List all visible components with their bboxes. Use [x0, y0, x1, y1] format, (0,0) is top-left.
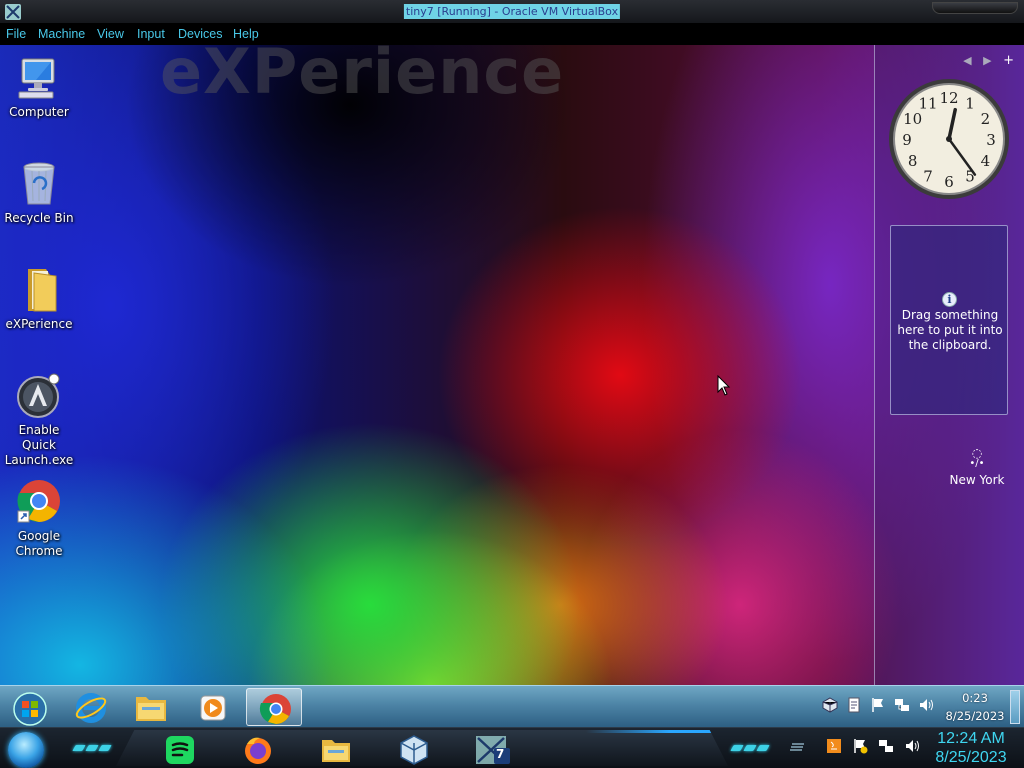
clock-numeral: 10 — [903, 110, 922, 128]
notes-icon[interactable] — [846, 697, 862, 713]
ie-icon — [75, 693, 107, 723]
clock-numeral: 5 — [965, 167, 975, 185]
volume-icon[interactable] — [918, 697, 934, 713]
sidebar-prev-button[interactable]: ◀ — [963, 54, 971, 67]
taskbar-media-player[interactable] — [184, 688, 240, 726]
desktop-icon-label: Google Chrome — [15, 529, 63, 558]
desktop-icon-label: eXPerience — [5, 317, 73, 331]
virtualbox-app-icon[interactable] — [4, 3, 22, 21]
chrome-icon — [16, 479, 62, 525]
volume-icon[interactable] — [904, 738, 920, 754]
flag-icon[interactable] — [870, 697, 886, 713]
clock-numeral: 9 — [902, 131, 912, 149]
clock-gadget[interactable]: 12 12 3 45678 9 1011 — [887, 77, 1011, 201]
guest-time: 0:23 — [962, 691, 988, 705]
wallpaper-watermark: eXPerience — [160, 45, 565, 108]
folder-icon — [16, 267, 62, 313]
network-icon[interactable] — [894, 697, 910, 713]
menu-input[interactable]: Input — [137, 27, 165, 41]
info-icon: i — [942, 292, 957, 307]
dock-file-explorer[interactable] — [314, 734, 358, 766]
clock-numeral: 11 — [918, 95, 937, 113]
clock-numeral: 6 — [944, 173, 954, 191]
warning-flag-icon[interactable] — [852, 738, 868, 754]
dock-firefox[interactable] — [236, 734, 280, 766]
guest-desktop: eXPerience Computer Recycle Bin eXPerien… — [0, 45, 1024, 768]
guest-clock[interactable]: 0:23 8/25/2023 — [938, 690, 1012, 724]
windows-sidebar: ◀ ▶ + 12 1 2 3 4 5 6 7 8 9 10 11 i Drag something h… — [874, 45, 1024, 685]
menu-file[interactable]: File — [6, 27, 26, 41]
host-date: 8/25/2023 — [935, 749, 1007, 766]
virtualbox-tray-icon[interactable] — [822, 697, 838, 713]
clock-numeral: 1 — [965, 95, 975, 113]
desktop-icon-computer[interactable]: Computer — [0, 55, 78, 120]
desktop-icon-label: Computer — [9, 105, 69, 119]
dock-tiny7-vm[interactable]: 7 — [468, 734, 520, 766]
host-titlebar: tiny7 [Running] - Oracle VM VirtualBox — [0, 0, 1024, 24]
clock-numeral: 8 — [908, 152, 918, 170]
guest-taskbar: 0:23 8/25/2023 — [0, 685, 1024, 727]
desktop-icon-google-chrome[interactable]: Google Chrome — [0, 479, 78, 559]
menu-machine[interactable]: Machine — [38, 27, 85, 41]
taskbar-google-chrome[interactable] — [246, 688, 302, 726]
windows-orb-icon — [13, 692, 47, 726]
host-time: 12:24 AM — [937, 730, 1005, 747]
dock-virtualbox[interactable] — [392, 734, 436, 766]
clock-numeral: 12 — [939, 89, 958, 107]
clock-numeral: 7 — [923, 167, 933, 185]
desktop-icon-recycle-bin[interactable]: Recycle Bin — [0, 161, 78, 226]
vm-badge: 7 — [496, 747, 505, 761]
tiny7-vm-icon — [476, 736, 510, 764]
vbox-menubar: File Machine View Input Devices Help — [0, 24, 1024, 45]
window-controls[interactable] — [932, 2, 1018, 14]
sidebar-nav: ◀ ▶ + — [955, 53, 1014, 68]
chrome-icon — [259, 694, 291, 725]
clock-numeral: 4 — [981, 152, 991, 170]
host-start-orb-icon[interactable] — [8, 732, 44, 768]
host-taskbar-ornament — [72, 740, 113, 751]
host-taskbar-ornament — [730, 740, 771, 751]
folder-icon — [136, 697, 166, 721]
host-dock: 7 — [116, 730, 728, 766]
menu-help[interactable]: Help — [233, 27, 259, 41]
guest-date: 8/25/2023 — [945, 709, 1005, 723]
desktop-icon-enable-quick-launch[interactable]: Enable Quick Launch.exe — [0, 373, 78, 468]
weather-dots: •/• — [969, 458, 985, 469]
quick-launch-icon — [16, 373, 62, 419]
clipboard-hint: Drag something here to put it into the c… — [897, 308, 1003, 352]
dock-accent — [586, 730, 728, 733]
show-desktop-button[interactable] — [1010, 690, 1020, 724]
firefox-icon — [245, 737, 271, 764]
clipboard-gadget[interactable]: i Drag something here to put it into the… — [890, 225, 1008, 415]
dock-spotify[interactable] — [158, 734, 202, 766]
recycle-bin-icon — [16, 161, 62, 207]
start-button[interactable] — [0, 688, 56, 726]
host-taskbar: 7 12:24 AM 8/25/2023 — [0, 727, 1024, 768]
desktop-icon-label: Enable Quick Launch.exe — [4, 423, 74, 467]
menu-view[interactable]: View — [97, 27, 124, 41]
spotify-icon — [166, 736, 194, 764]
desktop-icon-label: Recycle Bin — [4, 211, 74, 225]
network-icon[interactable] — [878, 738, 894, 754]
virtualbox-icon — [400, 735, 428, 765]
desktop-icon-experience[interactable]: eXPerience — [0, 267, 78, 332]
bars-icon[interactable] — [790, 738, 806, 754]
host-clock[interactable]: 12:24 AM 8/25/2023 — [930, 729, 1012, 767]
taskbar-internet-explorer[interactable] — [62, 688, 118, 726]
weather-city: New York — [949, 473, 1005, 487]
computer-icon — [16, 55, 62, 101]
clock-numeral: 3 — [986, 131, 996, 149]
file-explorer-icon — [322, 740, 350, 762]
clock-numeral: 2 — [981, 110, 991, 128]
weather-gadget[interactable]: ◌ •/• New York — [935, 447, 1019, 487]
taskbar-file-explorer[interactable] — [122, 688, 178, 726]
sidebar-next-button[interactable]: ▶ — [983, 54, 991, 67]
media-player-icon — [200, 695, 226, 721]
sidebar-add-gadget-button[interactable]: + — [1003, 53, 1014, 68]
java-icon[interactable] — [826, 738, 842, 754]
menu-devices[interactable]: Devices — [178, 27, 222, 41]
mouse-cursor-icon — [717, 375, 731, 396]
window-title: tiny7 [Running] - Oracle VM VirtualBox — [403, 4, 621, 19]
